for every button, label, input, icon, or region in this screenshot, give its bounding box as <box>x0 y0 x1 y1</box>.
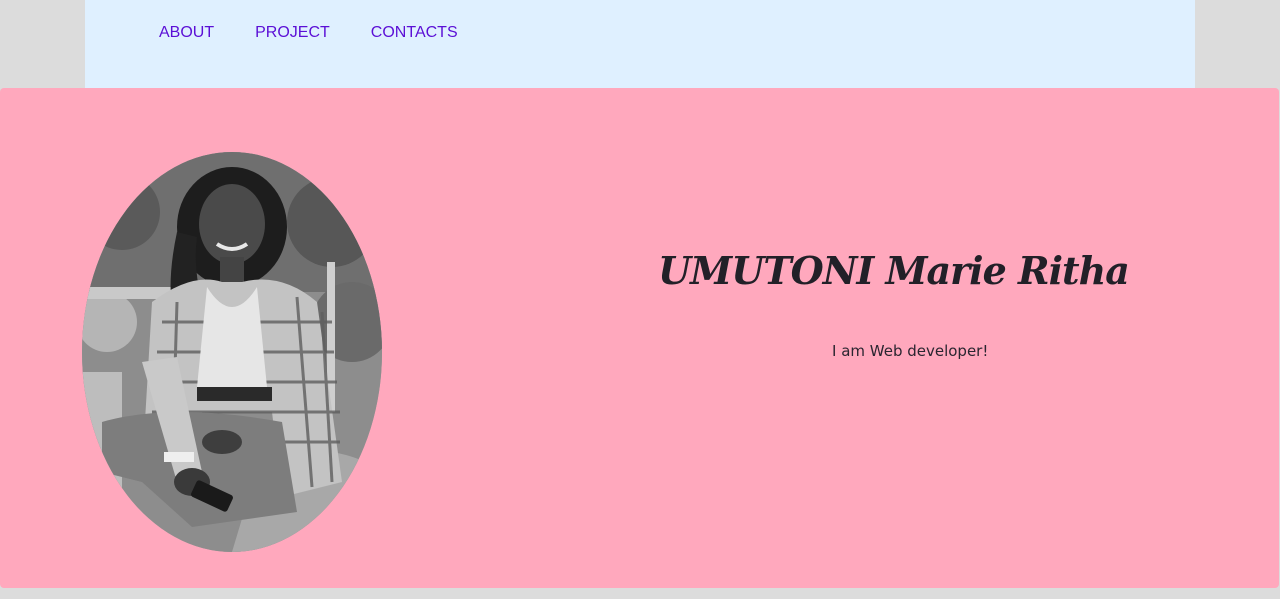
nav-link-project[interactable]: PROJECT <box>255 23 330 43</box>
profile-photo <box>82 152 382 552</box>
hero-section: UMUTONI Marie Ritha I am Web developer! <box>0 88 1279 588</box>
hero-name: UMUTONI Marie Ritha <box>658 248 1130 293</box>
hero-tagline: I am Web developer! <box>832 342 989 360</box>
nav-link-contacts[interactable]: CONTACTS <box>371 23 458 43</box>
nav-link-about[interactable]: ABOUT <box>159 23 214 43</box>
nav-item-project: PROJECT <box>255 23 371 43</box>
nav-list: ABOUT PROJECT CONTACTS <box>159 23 499 43</box>
nav-item-contacts: CONTACTS <box>371 23 499 43</box>
profile-photo-image <box>82 152 382 552</box>
nav-item-about: ABOUT <box>159 23 255 43</box>
top-navigation: ABOUT PROJECT CONTACTS <box>85 0 1195 88</box>
